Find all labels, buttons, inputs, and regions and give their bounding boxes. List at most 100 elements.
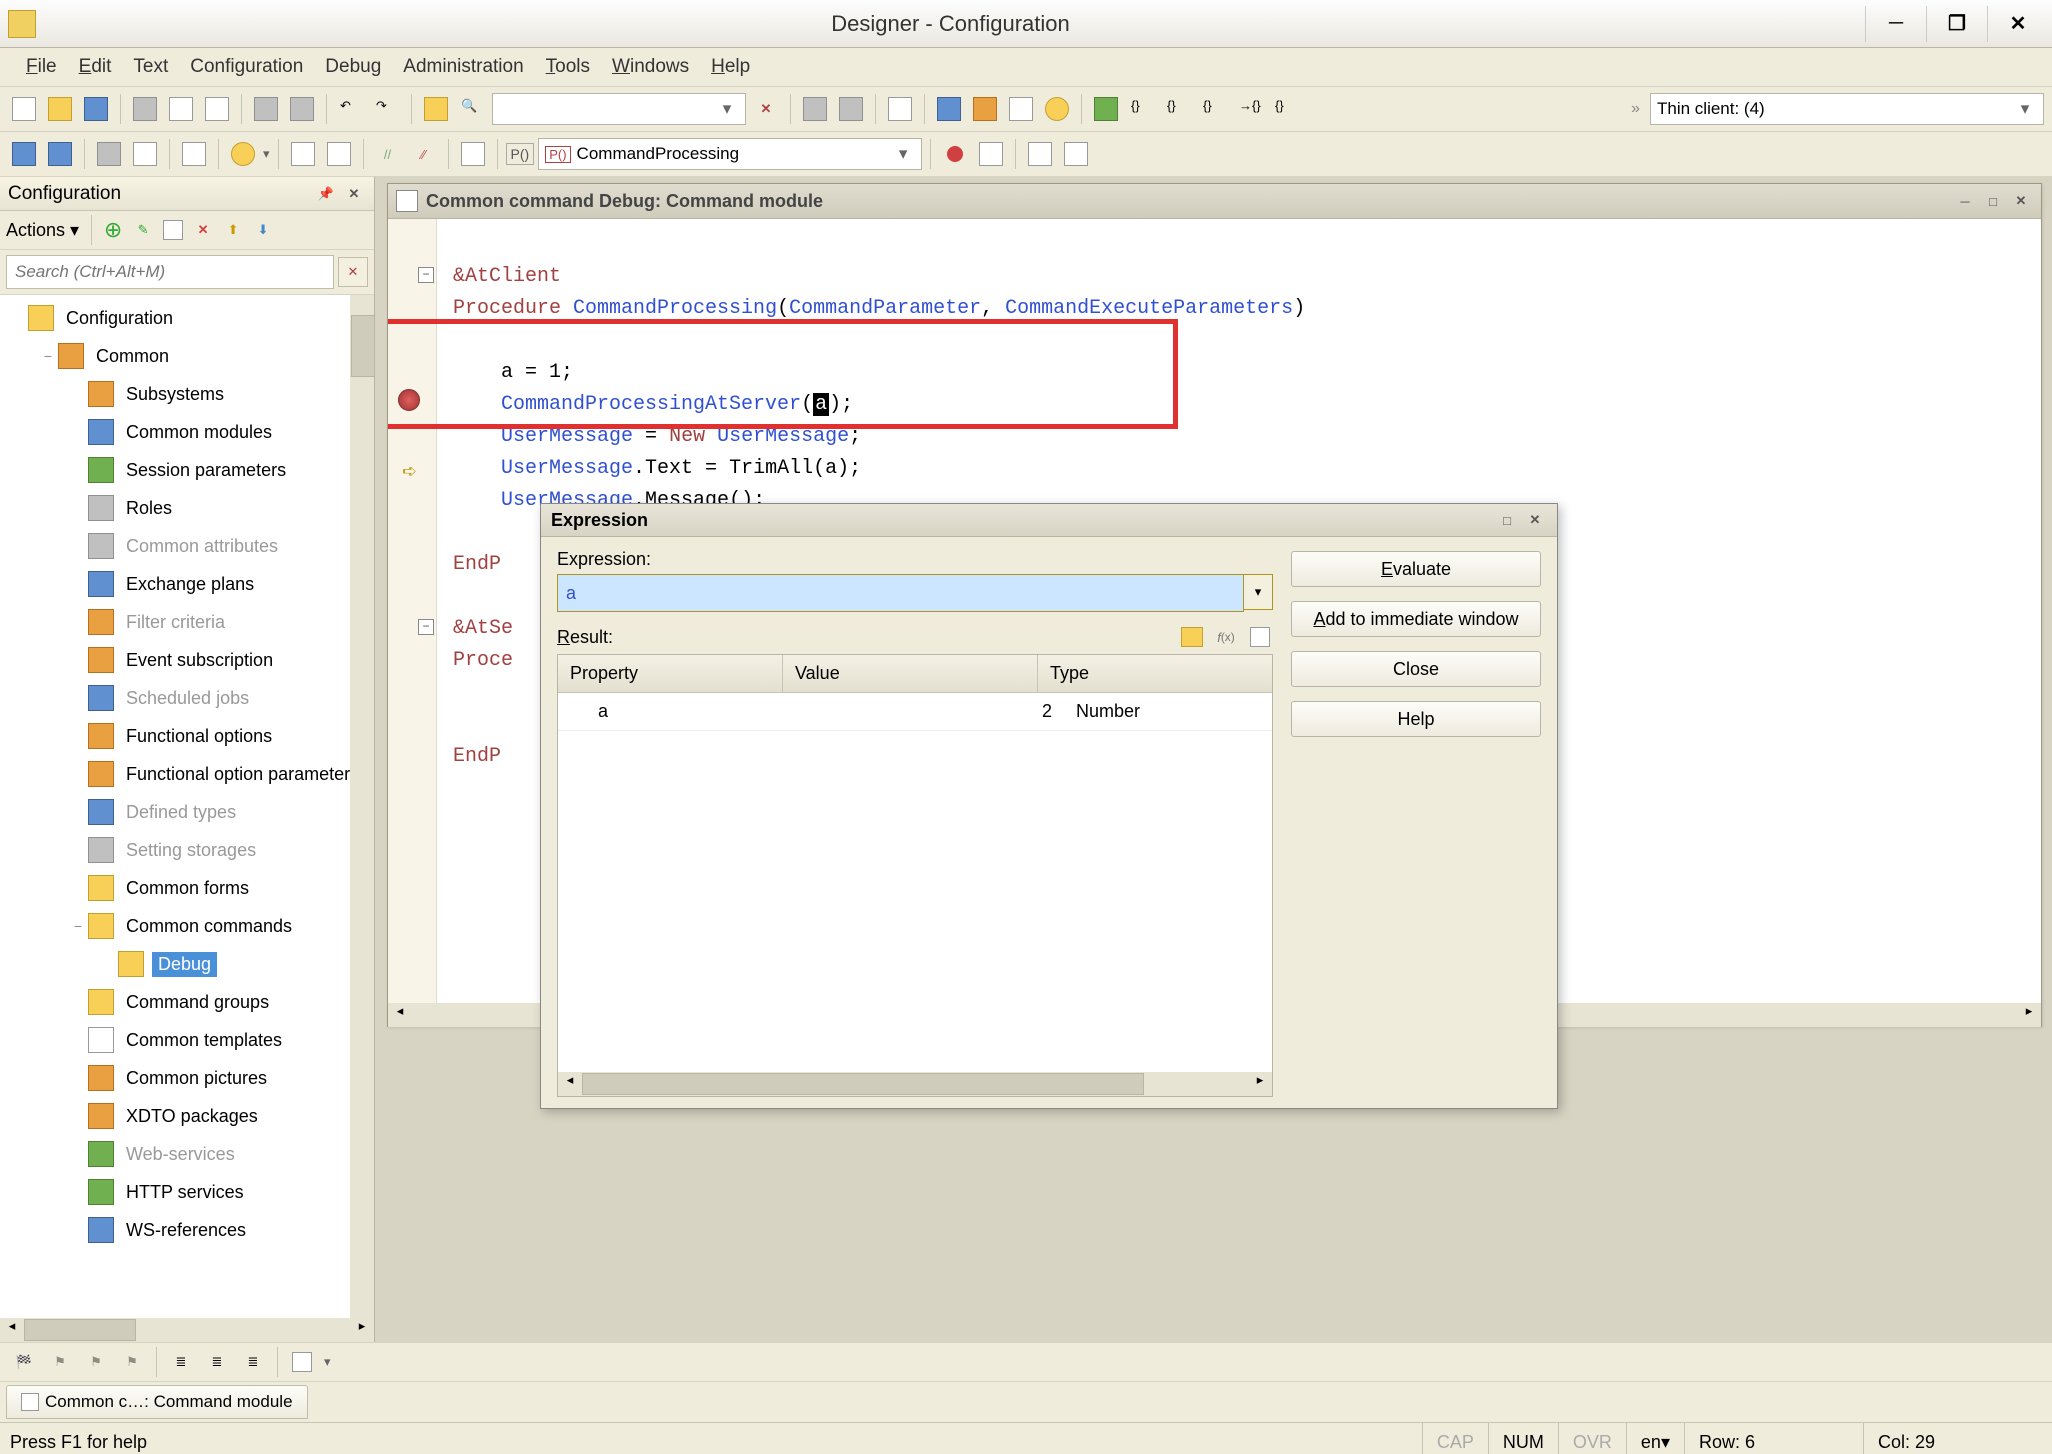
- db-button[interactable]: [93, 138, 125, 170]
- move-up-button[interactable]: ⬆: [220, 217, 246, 243]
- expression-input[interactable]: [557, 574, 1244, 612]
- expr-close-button[interactable]: ✕: [1523, 508, 1547, 532]
- tree-horizontal-scrollbar[interactable]: ◂ ▸: [0, 1318, 374, 1342]
- maximize-button[interactable]: ❐: [1926, 6, 1987, 42]
- tree-item[interactable]: XDTO packages: [0, 1097, 374, 1135]
- config-close-button[interactable]: ✕: [342, 182, 366, 206]
- flag-button[interactable]: 🏁: [8, 1346, 40, 1378]
- procedure-combo[interactable]: P()CommandProcessing▾: [538, 138, 922, 170]
- tree-item[interactable]: −Common commands: [0, 907, 374, 945]
- settings-button[interactable]: [969, 93, 1001, 125]
- tree-item[interactable]: Command groups: [0, 983, 374, 1021]
- breakpoint-icon[interactable]: [398, 389, 420, 411]
- copy-result-button[interactable]: [1247, 624, 1273, 650]
- expr-max-button[interactable]: □: [1495, 508, 1519, 532]
- code-max-button[interactable]: □: [1981, 189, 2005, 213]
- tree-item[interactable]: Functional option parameters: [0, 755, 374, 793]
- fold-icon[interactable]: −: [418, 267, 434, 283]
- find-button[interactable]: [420, 93, 452, 125]
- prev-bookmark-button[interactable]: ⚑: [80, 1346, 112, 1378]
- tree-item[interactable]: −Common: [0, 337, 374, 375]
- tree-item[interactable]: Common pictures: [0, 1059, 374, 1097]
- menu-help[interactable]: Help: [703, 52, 758, 82]
- comment-button[interactable]: //: [372, 138, 404, 170]
- step-out-button[interactable]: {}: [1198, 93, 1230, 125]
- clear-bookmarks-button[interactable]: ⚑: [116, 1346, 148, 1378]
- tree-item[interactable]: Roles: [0, 489, 374, 527]
- check-button[interactable]: [287, 138, 319, 170]
- minimize-button[interactable]: ─: [1865, 6, 1926, 42]
- clear-find-button[interactable]: ✕: [750, 93, 782, 125]
- tree-vertical-scrollbar[interactable]: [350, 295, 374, 1318]
- menu-tools[interactable]: Tools: [538, 52, 598, 82]
- export-button[interactable]: [178, 138, 210, 170]
- module-button[interactable]: [8, 138, 40, 170]
- open-button[interactable]: [44, 93, 76, 125]
- fold-icon[interactable]: −: [418, 619, 434, 635]
- calendar-button[interactable]: [1005, 93, 1037, 125]
- code-min-button[interactable]: ─: [1953, 189, 1977, 213]
- tree-item[interactable]: WS-references: [0, 1211, 374, 1249]
- tree-item[interactable]: HTTP services: [0, 1173, 374, 1211]
- edit-item-button[interactable]: ✎: [130, 217, 156, 243]
- nav-fwd-button[interactable]: [835, 93, 867, 125]
- grid-horizontal-scrollbar[interactable]: ◂ ▸: [558, 1072, 1272, 1096]
- save-button[interactable]: [80, 93, 112, 125]
- preview-button[interactable]: [286, 93, 318, 125]
- find-combo[interactable]: ▾: [492, 93, 746, 125]
- syntax-button[interactable]: [323, 138, 355, 170]
- menu-file[interactable]: File: [18, 52, 65, 82]
- next-bookmark-button[interactable]: ⚑: [44, 1346, 76, 1378]
- form-button[interactable]: [44, 138, 76, 170]
- tree-toggle-icon[interactable]: −: [38, 348, 58, 364]
- cut-button[interactable]: [129, 93, 161, 125]
- tab-command-module[interactable]: Common c…: Command module: [6, 1385, 308, 1419]
- copy-item-button[interactable]: [160, 217, 186, 243]
- tree-item[interactable]: Common forms: [0, 869, 374, 907]
- col-type[interactable]: Type: [1038, 655, 1272, 692]
- breakpoint-list-button[interactable]: [975, 138, 1007, 170]
- add-item-button[interactable]: ⊕: [100, 217, 126, 243]
- tree-item[interactable]: Debug: [0, 945, 374, 983]
- tree-item[interactable]: Event subscription: [0, 641, 374, 679]
- help-dialog-button[interactable]: Help: [1291, 701, 1541, 737]
- code-gutter[interactable]: − ➪ −: [388, 219, 437, 1003]
- tree-item[interactable]: Web-services: [0, 1135, 374, 1173]
- config-search-clear-button[interactable]: ✕: [338, 257, 368, 287]
- close-dialog-button[interactable]: Close: [1291, 651, 1541, 687]
- step-into-button[interactable]: {}: [1126, 93, 1158, 125]
- outdent-button[interactable]: ≣: [201, 1346, 233, 1378]
- continue-button[interactable]: {}: [1270, 93, 1302, 125]
- move-down-button[interactable]: ⬇: [250, 217, 276, 243]
- status-lang[interactable]: en ▾: [1626, 1423, 1684, 1454]
- tree-item[interactable]: Scheduled jobs: [0, 679, 374, 717]
- info-button[interactable]: [1041, 93, 1073, 125]
- tree-item[interactable]: Filter criteria: [0, 603, 374, 641]
- close-button[interactable]: ✕: [1987, 6, 2048, 42]
- nav-back-button[interactable]: [799, 93, 831, 125]
- grid-row[interactable]: a2Number: [558, 693, 1272, 731]
- print-button[interactable]: [250, 93, 282, 125]
- run-to-cursor-button[interactable]: →{}: [1234, 93, 1266, 125]
- user-button[interactable]: [933, 93, 965, 125]
- undo-button[interactable]: ↶: [335, 93, 367, 125]
- tree-item[interactable]: Subsystems: [0, 375, 374, 413]
- tree-item[interactable]: Functional options: [0, 717, 374, 755]
- tree-item[interactable]: Defined types: [0, 793, 374, 831]
- tree-item[interactable]: Configuration: [0, 299, 374, 337]
- struct-button[interactable]: [129, 138, 161, 170]
- copy-button[interactable]: [165, 93, 197, 125]
- bookmark-button[interactable]: [457, 138, 489, 170]
- paste-button[interactable]: [201, 93, 233, 125]
- col-property[interactable]: Property: [558, 655, 783, 692]
- config-tree[interactable]: Configuration−CommonSubsystemsCommon mod…: [0, 294, 374, 1318]
- client-combo[interactable]: Thin client: (4)▾: [1650, 93, 2044, 125]
- debug-start-button[interactable]: [1090, 93, 1122, 125]
- remove-bp-button[interactable]: [1024, 138, 1056, 170]
- format-button[interactable]: ≣: [237, 1346, 269, 1378]
- open-result-button[interactable]: [1179, 624, 1205, 650]
- disable-bp-button[interactable]: [1060, 138, 1092, 170]
- toolbar-overflow-icon[interactable]: »: [1631, 100, 1640, 118]
- tree-toggle-icon[interactable]: −: [68, 918, 88, 934]
- menu-edit[interactable]: Edit: [71, 52, 120, 82]
